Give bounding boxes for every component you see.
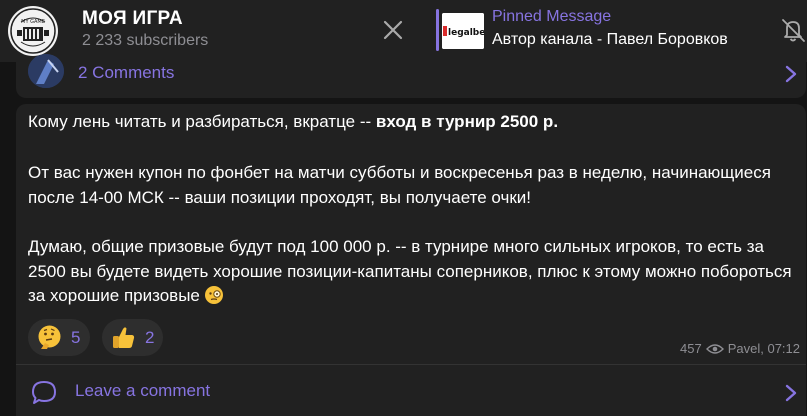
thumbs-up-icon [113,327,135,348]
post-paragraph-1: Кому лень читать и разбираться, вкратце … [28,110,803,135]
face-with-monocle-icon [204,286,223,304]
channel-header: MY GAME МОЯ ИГРА 2 233 subscribers legal… [0,0,807,62]
channel-title[interactable]: МОЯ ИГРА [82,8,183,30]
post-paragraph-2: От вас нужен купон по фонбет на матчи су… [28,163,771,207]
commenter-avatar [28,54,64,88]
post-meta: 457 Pavel, 07:12 [680,341,800,356]
leave-comment-button[interactable]: Leave a comment [16,365,806,416]
channel-logo-icon: MY GAME [10,8,56,54]
pinned-message-text[interactable]: Автор канала - Павел Боровков [492,31,742,49]
channel-avatar[interactable]: MY GAME [8,6,58,56]
post-text-intro: Кому лень читать и разбираться, вкратце … [28,112,376,131]
reaction-thinking[interactable]: 5 [28,319,90,356]
chevron-right-icon [785,384,797,402]
channel-logo-text: MY GAME [21,19,45,25]
channel-post: Кому лень читать и разбираться, вкратце … [16,104,806,416]
chevron-right-icon [784,64,798,84]
comment-bubble-icon [32,381,56,404]
pinned-thumbnail[interactable]: legalbe [442,13,484,49]
reaction-count: 5 [71,328,81,347]
post-text-bold: вход в турнир 2500 р. [375,112,559,131]
mute-bell-icon[interactable] [779,16,807,44]
subscriber-count: 2 233 subscribers [82,32,209,49]
eye-icon [705,343,724,354]
pinned-indicator-bar [436,9,439,51]
view-count: 457 [680,341,702,356]
author-and-time: Pavel, 07:12 [727,341,800,356]
pinned-thumb-text: legalbe [448,28,484,38]
pinned-message-title[interactable]: Pinned Message [492,8,611,26]
reaction-thumbs-up[interactable]: 2 [102,319,163,356]
prev-post-comments-bar[interactable]: 2 Comments [16,54,806,98]
leave-comment-label: Leave a comment [75,381,211,400]
comments-count-label[interactable]: 2 Comments [78,63,174,83]
close-icon[interactable] [380,17,406,43]
post-paragraph-3-text: Думаю, общие призовые будут под 100 000 … [28,237,792,305]
thinking-face-icon [38,325,61,349]
reaction-count: 2 [145,328,155,347]
post-paragraph-3: Думаю, общие призовые будут под 100 000 … [28,235,803,309]
